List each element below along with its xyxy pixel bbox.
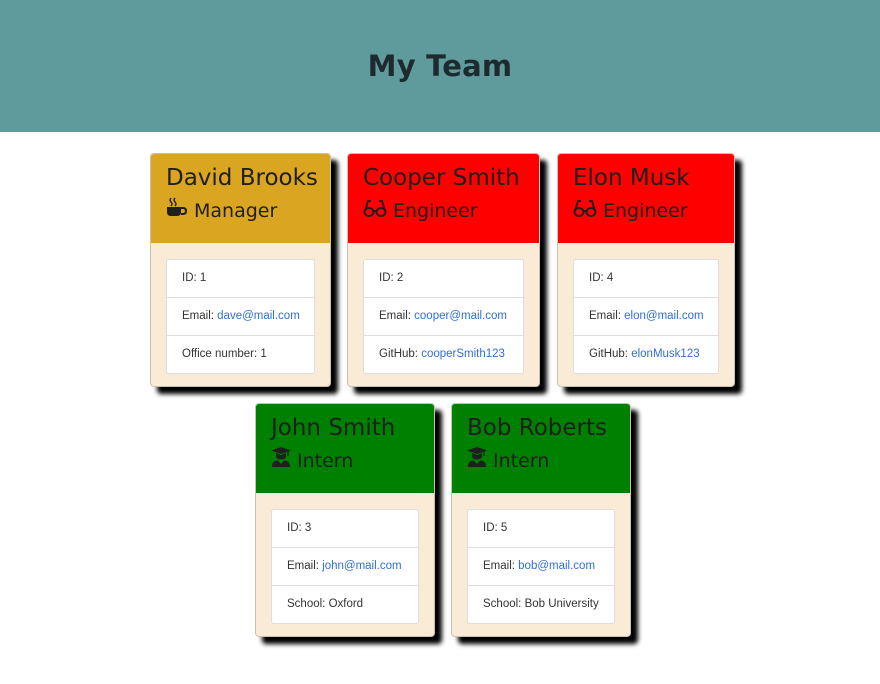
employee-role: Intern	[271, 446, 419, 476]
email-link[interactable]: bob@mail.com	[518, 560, 595, 572]
employee-card-intern: Bob Roberts Intern ID: 5 Email: bob@mail…	[451, 403, 631, 637]
graduate-icon	[271, 446, 297, 476]
employee-name: Cooper Smith	[363, 165, 520, 191]
role-label: Intern	[297, 450, 354, 472]
info-list: ID: 1 Email: dave@mail.com Office number…	[166, 259, 315, 374]
role-label: Intern	[493, 450, 550, 472]
page-title: My Team	[367, 49, 513, 83]
id-value: 3	[304, 522, 312, 534]
role-label: Engineer	[393, 200, 478, 222]
role-label: Manager	[194, 200, 278, 222]
graduate-icon	[467, 446, 493, 476]
info-list: ID: 3 Email: john@mail.com School: Oxfor…	[271, 509, 419, 624]
email-item: Email: bob@mail.com	[468, 547, 614, 585]
employee-name: Elon Musk	[573, 165, 690, 191]
email-item: Email: john@mail.com	[272, 547, 418, 585]
id-item: ID: 2	[379, 272, 404, 284]
email-link[interactable]: elon@mail.com	[624, 310, 703, 322]
id-item: ID: 1	[182, 272, 207, 284]
school-value: Bob University	[524, 598, 599, 610]
school-value: Oxford	[328, 598, 364, 610]
coffee-icon	[166, 196, 194, 226]
school-item: School: Bob University	[468, 585, 614, 623]
employee-card-engineer: Cooper Smith Engineer ID: 2 Email: coope…	[347, 153, 540, 387]
card-header: Cooper Smith Engineer	[348, 154, 539, 243]
card-header: John Smith Intern	[256, 404, 434, 493]
employee-role: Manager	[166, 196, 315, 226]
info-list: ID: 4 Email: elon@mail.com GitHub: elonM…	[573, 259, 719, 374]
employee-name: Bob Roberts	[467, 415, 607, 441]
employee-card-manager: David Brooks Manager ID: 1 Email: dave@m…	[150, 153, 331, 387]
info-list: ID: 2 Email: cooper@mail.com GitHub: coo…	[363, 259, 524, 374]
employee-card-engineer: Elon Musk Engineer ID: 4 Email: elon@mai…	[557, 153, 735, 387]
glasses-icon	[363, 196, 393, 226]
page-header: My Team	[0, 0, 880, 132]
id-value: 2	[396, 272, 404, 284]
card-header: Elon Musk Engineer	[558, 154, 734, 243]
employee-role: Intern	[467, 446, 615, 476]
email-item: Email: elon@mail.com	[574, 297, 718, 335]
id-value: 1	[199, 272, 207, 284]
id-value: 4	[606, 272, 614, 284]
email-link[interactable]: cooper@mail.com	[414, 310, 507, 322]
id-value: 5	[500, 522, 508, 534]
github-item: GitHub: elonMusk123	[574, 335, 718, 373]
github-item: GitHub: cooperSmith123	[364, 335, 523, 373]
email-item: Email: cooper@mail.com	[364, 297, 523, 335]
email-item: Email: dave@mail.com	[167, 297, 314, 335]
employee-card-intern: John Smith Intern ID: 3 Email: john@mail…	[255, 403, 435, 637]
card-header: Bob Roberts Intern	[452, 404, 630, 493]
employee-name: John Smith	[271, 415, 396, 441]
office-number-value: 1	[260, 348, 267, 360]
employee-role: Engineer	[363, 196, 524, 226]
id-item: ID: 4	[589, 272, 614, 284]
email-link[interactable]: john@mail.com	[322, 560, 401, 572]
school-item: School: Oxford	[272, 585, 418, 623]
id-item: ID: 3	[287, 522, 312, 534]
email-link[interactable]: dave@mail.com	[217, 310, 300, 322]
office-number-item: Office number: 1	[167, 335, 314, 373]
card-header: David Brooks Manager	[151, 154, 330, 243]
role-label: Engineer	[603, 200, 688, 222]
id-item: ID: 5	[483, 522, 508, 534]
glasses-icon	[573, 196, 603, 226]
employee-name: David Brooks	[166, 165, 318, 191]
github-link[interactable]: cooperSmith123	[421, 348, 505, 360]
github-link[interactable]: elonMusk123	[631, 348, 699, 360]
info-list: ID: 5 Email: bob@mail.com School: Bob Un…	[467, 509, 615, 624]
employee-role: Engineer	[573, 196, 719, 226]
